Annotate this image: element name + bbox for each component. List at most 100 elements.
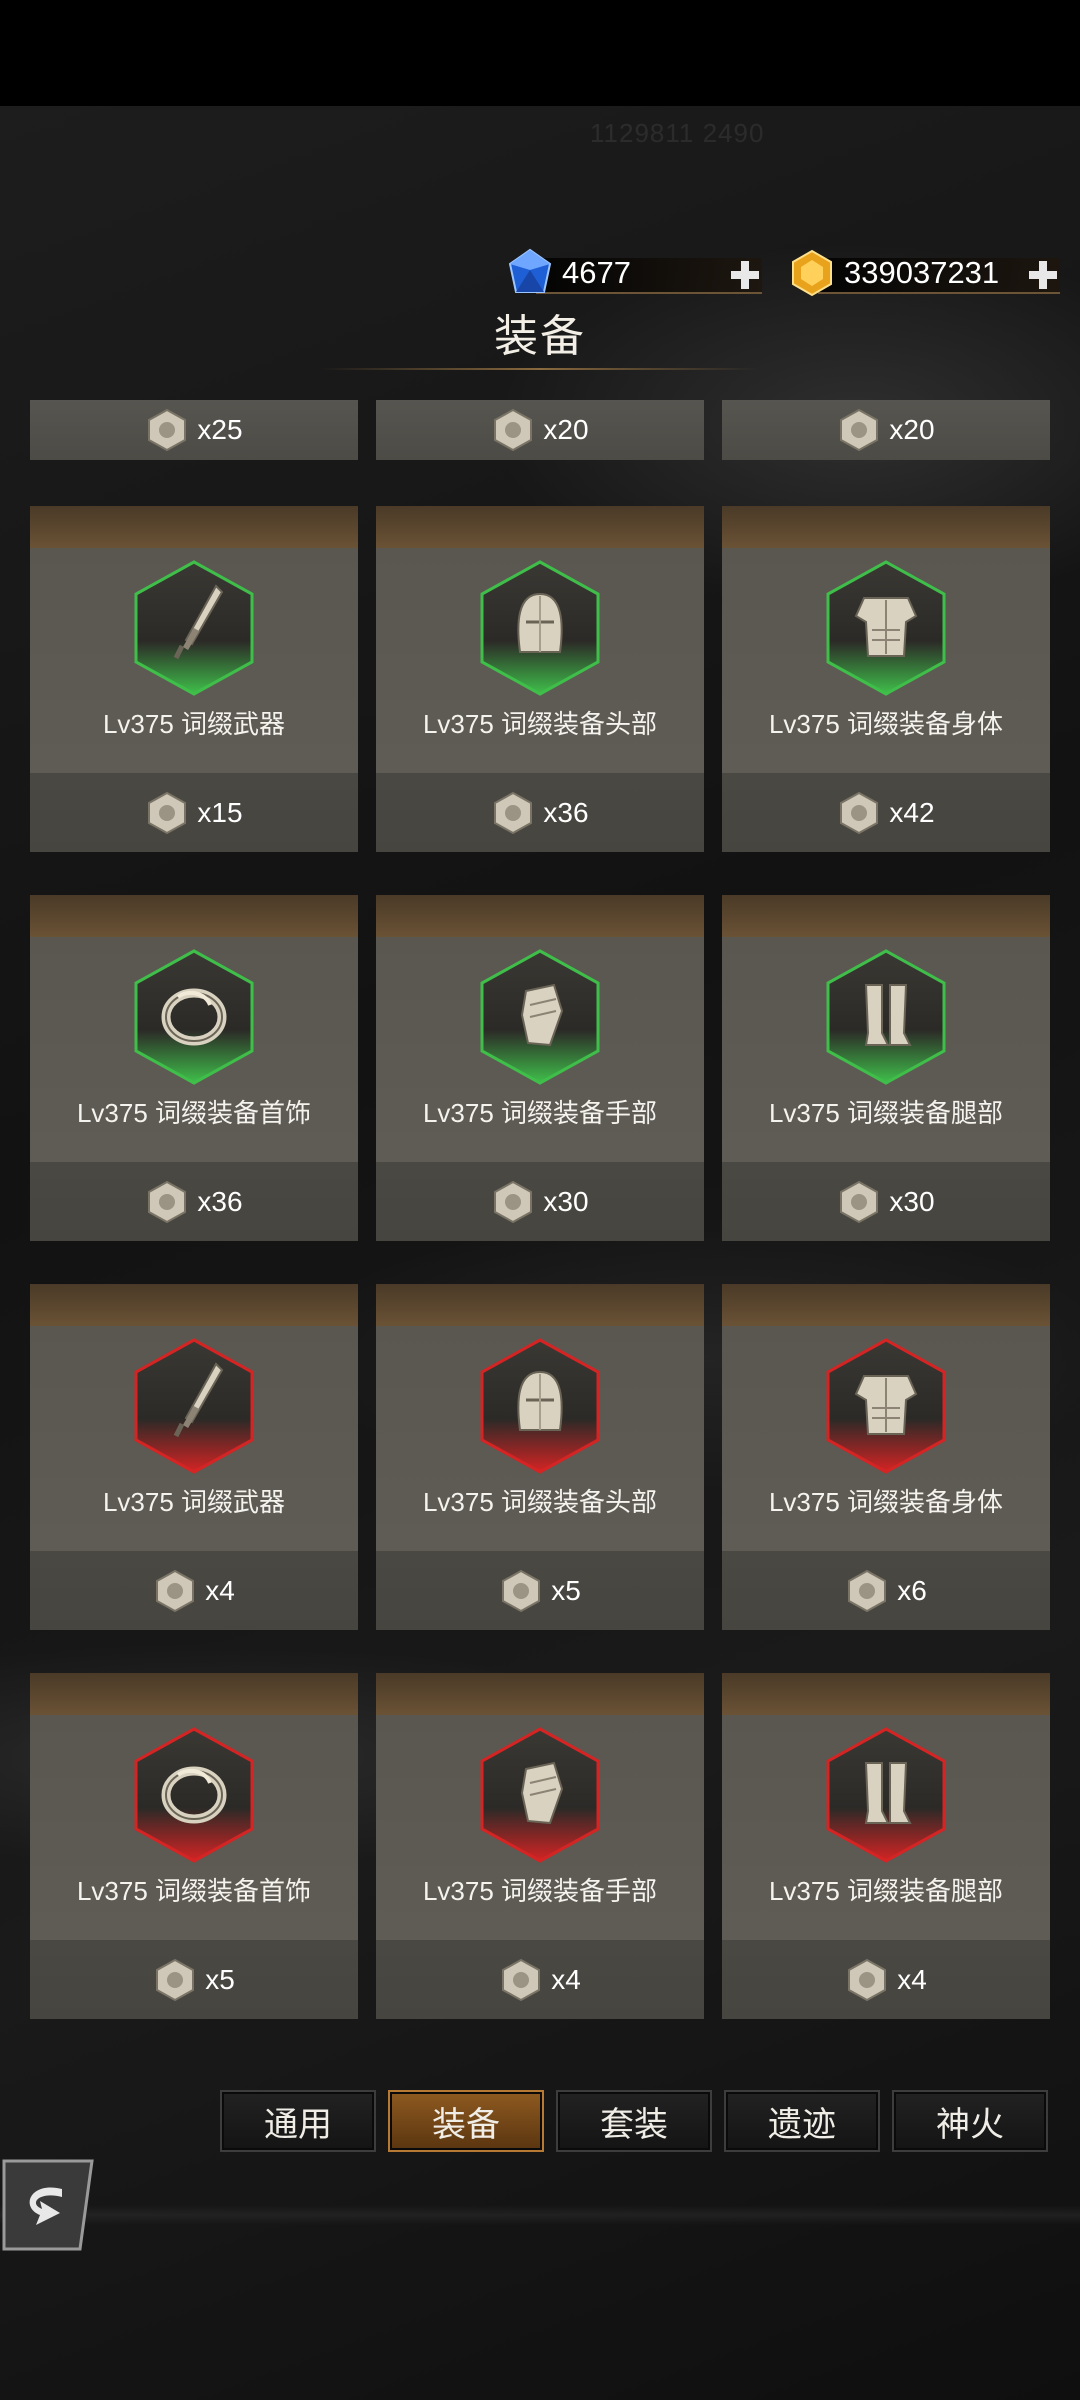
add-gems-button[interactable] xyxy=(728,258,762,292)
token-icon xyxy=(148,1180,187,1223)
item-name: Lv375 词缀装备头部 xyxy=(422,709,658,739)
item-quantity: x6 xyxy=(897,1574,927,1606)
item-grid: Lv375 词缀武器 x15 Lv375 词缀装备头部 x36 Lv375 词缀装备身体… xyxy=(0,0,1080,2400)
item-name: Lv375 词缀武器 xyxy=(102,1487,286,1517)
item-card[interactable]: Lv375 词缀装备手部 x30 xyxy=(376,895,704,1241)
token-icon xyxy=(840,1180,879,1223)
tab-label: 遗迹 xyxy=(768,2105,836,2144)
item-card[interactable]: Lv375 词缀装备手部 x4 xyxy=(376,1673,704,2019)
token-icon xyxy=(502,1569,541,1612)
blue-gem-icon xyxy=(508,248,552,293)
item-card[interactable]: Lv375 词缀装备腿部 x30 xyxy=(722,895,1050,1241)
item-quantity: x36 xyxy=(197,1185,243,1217)
item-name: Lv375 词缀装备手部 xyxy=(422,1876,658,1906)
tab-equipment[interactable]: 装备 xyxy=(388,2090,544,2152)
gauntlet-icon xyxy=(480,1727,600,1863)
card-footer: x4 xyxy=(30,1551,358,1630)
item-card[interactable]: Lv375 词缀装备头部 x36 xyxy=(376,506,704,852)
card-footer: x30 xyxy=(722,1162,1050,1241)
item-name: Lv375 词缀装备身体 xyxy=(768,709,1004,739)
item-card[interactable]: Lv375 词缀装备首饰 x36 xyxy=(30,895,358,1241)
item-name: Lv375 词缀装备身体 xyxy=(768,1487,1004,1517)
token-icon xyxy=(156,1958,195,2001)
armor-icon xyxy=(826,1338,946,1474)
card-header xyxy=(376,1673,704,1715)
tab-relic[interactable]: 遗迹 xyxy=(724,2090,880,2152)
card-header xyxy=(30,1284,358,1326)
card-header xyxy=(722,506,1050,548)
card-header xyxy=(376,1284,704,1326)
card-footer: x30 xyxy=(376,1162,704,1241)
item-name: Lv375 词缀装备首饰 xyxy=(76,1098,312,1128)
card-header xyxy=(722,1284,1050,1326)
greaves-icon xyxy=(826,1727,946,1863)
item-card[interactable]: Lv375 词缀装备首饰 x5 xyxy=(30,1673,358,2019)
item-card[interactable]: Lv375 词缀装备腿部 x4 xyxy=(722,1673,1050,2019)
gold-gem-icon xyxy=(792,249,832,297)
card-header xyxy=(376,895,704,937)
card-header xyxy=(30,895,358,937)
item-name: Lv375 词缀装备首饰 xyxy=(76,1876,312,1906)
back-button[interactable] xyxy=(0,2155,96,2255)
card-footer: x36 xyxy=(376,773,704,852)
token-icon xyxy=(494,1180,533,1223)
item-card[interactable]: Lv375 词缀装备头部 x5 xyxy=(376,1284,704,1630)
item-quantity: x30 xyxy=(889,1185,935,1217)
gold-amount: 339037231 xyxy=(844,255,1000,290)
token-icon xyxy=(156,1569,195,1612)
item-quantity: x15 xyxy=(197,796,243,828)
token-icon xyxy=(148,791,187,834)
tab-general[interactable]: 通用 xyxy=(220,2090,376,2152)
token-icon xyxy=(848,1958,887,2001)
item-quantity: x42 xyxy=(889,796,935,828)
sword-icon xyxy=(134,1338,254,1474)
item-quantity: x4 xyxy=(205,1574,235,1606)
tab-label: 神火 xyxy=(936,2105,1004,2144)
item-name: Lv375 词缀装备腿部 xyxy=(768,1098,1004,1128)
token-icon xyxy=(494,791,533,834)
gem-amount: 4677 xyxy=(562,255,631,290)
item-card[interactable]: Lv375 词缀武器 x4 xyxy=(30,1284,358,1630)
card-footer: x6 xyxy=(722,1551,1050,1630)
item-quantity: x30 xyxy=(543,1185,589,1217)
card-header xyxy=(30,506,358,548)
card-footer: x42 xyxy=(722,773,1050,852)
greaves-icon xyxy=(826,949,946,1085)
card-footer: x4 xyxy=(376,1940,704,2019)
helmet-icon xyxy=(480,560,600,696)
token-icon xyxy=(840,791,879,834)
tab-label: 套装 xyxy=(600,2105,668,2144)
tab-label: 通用 xyxy=(264,2105,332,2144)
item-name: Lv375 词缀装备手部 xyxy=(422,1098,658,1128)
helmet-icon xyxy=(480,1338,600,1474)
item-card[interactable]: Lv375 词缀装备身体 x6 xyxy=(722,1284,1050,1630)
ring-icon xyxy=(134,1727,254,1863)
card-footer: x4 xyxy=(722,1940,1050,2019)
token-icon xyxy=(848,1569,887,1612)
card-header xyxy=(376,506,704,548)
card-header xyxy=(722,1673,1050,1715)
item-quantity: x5 xyxy=(205,1963,235,1995)
card-header xyxy=(722,895,1050,937)
bottom-divider xyxy=(0,2205,1080,2225)
item-name: Lv375 词缀装备腿部 xyxy=(768,1876,1004,1906)
tab-set[interactable]: 套装 xyxy=(556,2090,712,2152)
item-card[interactable]: Lv375 词缀装备身体 x42 xyxy=(722,506,1050,852)
card-footer: x36 xyxy=(30,1162,358,1241)
card-footer: x5 xyxy=(376,1551,704,1630)
armor-icon xyxy=(826,560,946,696)
card-footer: x15 xyxy=(30,773,358,852)
item-name: Lv375 词缀武器 xyxy=(102,709,286,739)
card-header xyxy=(30,1673,358,1715)
tab-divine-fire[interactable]: 神火 xyxy=(892,2090,1048,2152)
item-quantity: x36 xyxy=(543,796,589,828)
gauntlet-icon xyxy=(480,949,600,1085)
add-gold-button[interactable] xyxy=(1026,258,1060,292)
token-icon xyxy=(502,1958,541,2001)
item-quantity: x4 xyxy=(551,1963,581,1995)
card-footer: x5 xyxy=(30,1940,358,2019)
sword-icon xyxy=(134,560,254,696)
item-quantity: x5 xyxy=(551,1574,581,1606)
item-card[interactable]: Lv375 词缀武器 x15 xyxy=(30,506,358,852)
ring-icon xyxy=(134,949,254,1085)
